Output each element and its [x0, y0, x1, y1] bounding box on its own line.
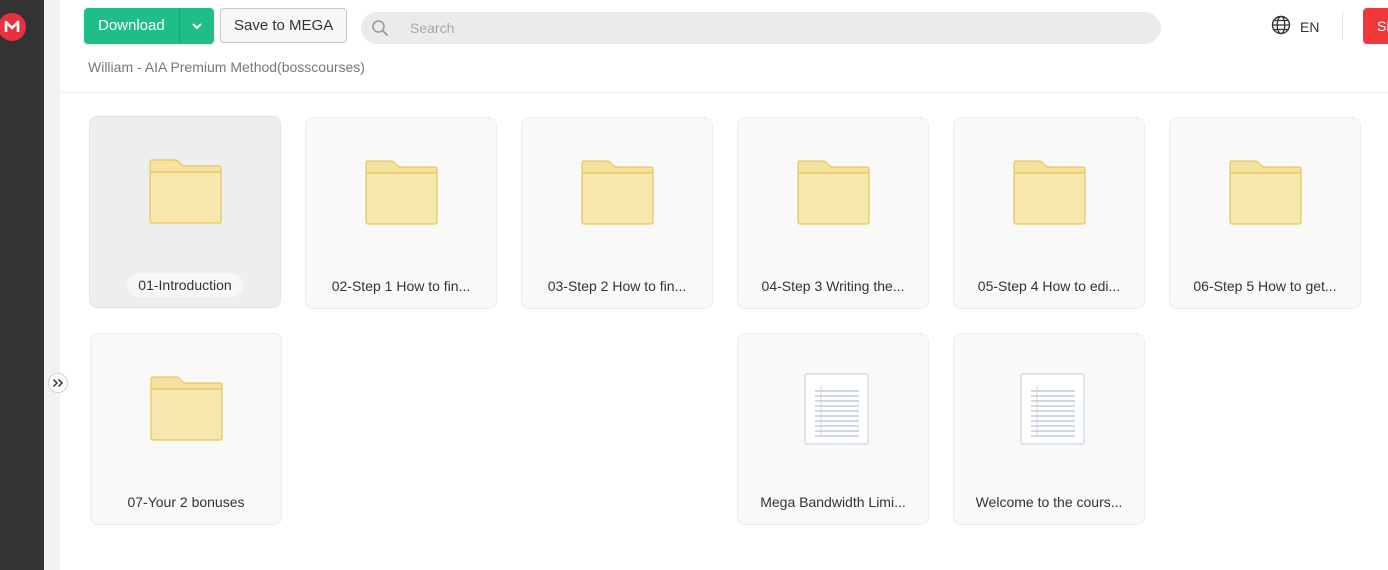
item-name: 03-Step 2 How to fin... [547, 278, 687, 294]
language-selector[interactable]: EN [1271, 14, 1319, 40]
top-bar: Download Save to MEGA EN Si William - [60, 0, 1388, 93]
item-name: 07-Your 2 bonuses [127, 494, 245, 510]
sidebar-strip [44, 0, 60, 570]
item-name-label: 03-Step 2 How to fin... [522, 278, 712, 294]
expand-sidebar-icon[interactable] [48, 373, 68, 393]
mega-logo-icon[interactable] [0, 13, 26, 41]
item-name-label: Welcome to the cours... [954, 494, 1144, 510]
folder-tile[interactable]: 04-Step 3 Writing the... [737, 117, 929, 309]
folder-icon [1013, 160, 1087, 230]
item-name: Welcome to the cours... [975, 494, 1123, 510]
item-name-label: Mega Bandwidth Limi... [738, 494, 928, 510]
item-name-label: 07-Your 2 bonuses [91, 494, 281, 510]
item-name: 06-Step 5 How to get... [1193, 278, 1337, 294]
folder-icon [797, 160, 871, 230]
globe-icon [1271, 15, 1291, 40]
file-tile[interactable]: Welcome to the cours... [953, 333, 1145, 525]
search-bar[interactable] [361, 12, 1161, 44]
item-name-label: 06-Step 5 How to get... [1170, 278, 1360, 294]
folder-tile[interactable]: 07-Your 2 bonuses [90, 333, 282, 525]
item-name: Mega Bandwidth Limi... [760, 494, 906, 510]
folder-tile[interactable]: 03-Step 2 How to fin... [521, 117, 713, 309]
search-icon [371, 19, 389, 37]
folder-tile[interactable]: 06-Step 5 How to get... [1169, 117, 1361, 309]
item-name: 02-Step 1 How to fin... [331, 278, 471, 294]
item-name-label: 02-Step 1 How to fin... [306, 278, 496, 294]
language-label: EN [1300, 19, 1320, 35]
item-name: 04-Step 3 Writing the... [761, 278, 905, 294]
folder-tile[interactable]: 02-Step 1 How to fin... [305, 117, 497, 309]
signup-button[interactable]: Si [1363, 8, 1388, 44]
download-options-chevron-down-icon[interactable] [180, 8, 214, 44]
file-tile[interactable]: Mega Bandwidth Limi... [737, 333, 929, 525]
breadcrumb[interactable]: William - AIA Premium Method(bosscourses… [88, 59, 365, 75]
item-name: 05-Step 4 How to edi... [977, 278, 1121, 294]
document-icon [1016, 373, 1090, 445]
folder-icon [365, 160, 439, 230]
folder-icon [581, 160, 655, 230]
folder-icon [150, 376, 224, 446]
divider [1342, 12, 1343, 40]
folder-tile[interactable]: 05-Step 4 How to edi... [953, 117, 1145, 309]
item-name-label: 04-Step 3 Writing the... [738, 278, 928, 294]
item-name: 01-Introduction [127, 273, 243, 297]
document-icon [800, 373, 874, 445]
folder-tile[interactable]: 01-Introduction [89, 116, 281, 308]
download-button[interactable]: Download [84, 8, 180, 44]
save-to-mega-button[interactable]: Save to MEGA [220, 8, 348, 43]
search-input[interactable] [408, 19, 1112, 37]
left-sidebar [0, 0, 44, 570]
folder-icon [1229, 160, 1303, 230]
folder-icon [149, 159, 223, 229]
item-name-label: 01-Introduction [90, 273, 280, 297]
download-button-group: Download [84, 8, 214, 44]
item-name-label: 05-Step 4 How to edi... [954, 278, 1144, 294]
